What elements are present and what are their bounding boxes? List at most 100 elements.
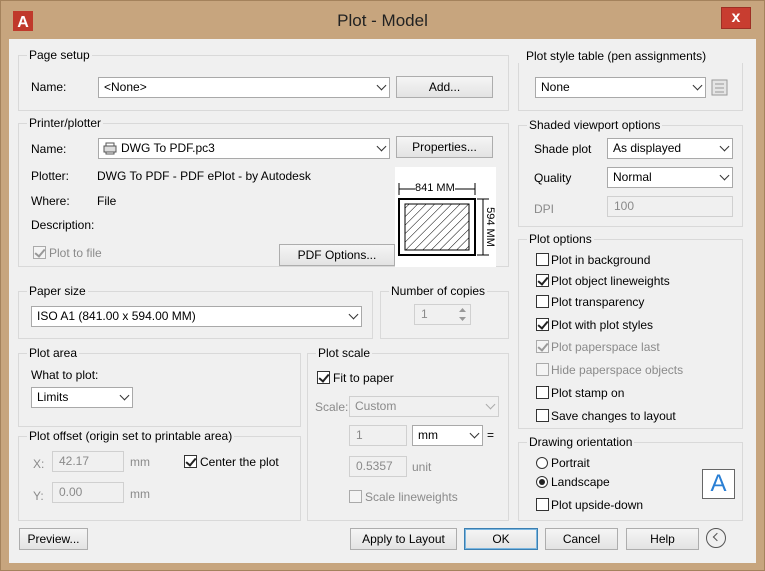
help-button[interactable]: Help	[626, 528, 699, 550]
cancel-button[interactable]: Cancel	[545, 528, 618, 550]
close-button[interactable]: x	[721, 7, 751, 29]
chevron-down-icon	[485, 399, 496, 410]
paper-size-value: ISO A1 (841.00 x 594.00 MM)	[37, 309, 196, 323]
plotter-label: Plotter:	[31, 169, 70, 183]
plot-options-title: Plot options	[527, 232, 594, 246]
apply-to-layout-button[interactable]: Apply to Layout	[350, 528, 457, 550]
center-plot-label: Center the plot	[200, 455, 279, 469]
plot-option-label: Plot in background	[551, 253, 651, 267]
plot-with-styles-checkbox[interactable]	[536, 318, 549, 331]
offset-y-unit: mm	[130, 487, 150, 501]
dpi-value: 100	[614, 199, 635, 213]
paper-size-select[interactable]: ISO A1 (841.00 x 594.00 MM)	[31, 306, 362, 327]
window-title: Plot - Model	[337, 11, 428, 30]
copies-title: Number of copies	[389, 284, 488, 298]
chevron-down-icon	[692, 80, 703, 91]
page-setup-name-value: <None>	[104, 80, 147, 94]
what-to-plot-label: What to plot:	[31, 368, 99, 382]
portrait-radio[interactable]	[536, 457, 548, 469]
plot-transparency-checkbox[interactable]	[536, 295, 549, 308]
copies-value: 1	[421, 307, 428, 321]
collapse-options-icon[interactable]	[706, 528, 726, 548]
plot-to-file-label: Plot to file	[49, 246, 102, 260]
scale-lineweights-checkbox[interactable]	[349, 490, 362, 503]
paper-size-title: Paper size	[27, 284, 88, 298]
where-label: Where:	[31, 194, 70, 208]
printer-name-label: Name:	[31, 142, 67, 156]
center-plot-checkbox[interactable]	[184, 455, 197, 468]
scale-unit-value: mm	[418, 428, 438, 442]
upside-down-label: Plot upside-down	[551, 498, 644, 512]
offset-x-value: 42.17	[59, 454, 90, 468]
printer-properties-button[interactable]: Properties...	[396, 136, 493, 158]
scale-label: Scale:	[315, 400, 349, 414]
plot-in-background-checkbox[interactable]	[536, 253, 549, 266]
shade-plot-value: As displayed	[613, 141, 682, 155]
offset-y-value: 0.00	[59, 485, 83, 499]
quality-value: Normal	[613, 170, 652, 184]
chevron-down-icon	[719, 141, 730, 152]
printer-title: Printer/plotter	[27, 116, 104, 130]
what-to-plot-select[interactable]: Limits	[31, 387, 133, 408]
chevron-down-icon	[469, 428, 480, 439]
preview-button[interactable]: Preview...	[19, 528, 88, 550]
paper-preview: 841 MM 594 MM	[395, 167, 496, 267]
plot-area-title: Plot area	[27, 346, 80, 360]
landscape-radio[interactable]	[536, 476, 548, 488]
plot-option-label: Plot stamp on	[551, 386, 625, 400]
offset-x-input[interactable]: 42.17	[52, 451, 124, 472]
plot-stamp-checkbox[interactable]	[536, 386, 549, 399]
chevron-down-icon	[119, 390, 130, 401]
plot-option-label: Plot paperspace last	[551, 340, 660, 354]
plot-style-title: Plot style table (pen assignments)	[526, 49, 707, 63]
page-setup-name-label: Name:	[31, 80, 67, 94]
ok-button[interactable]: OK	[464, 528, 538, 550]
page-setup-title: Page setup	[27, 48, 92, 62]
scale-value: Custom	[355, 399, 397, 413]
landscape-label: Landscape	[551, 475, 610, 489]
plot-dialog: A Plot - Model x Page setup Name: <None>…	[0, 0, 765, 571]
dialog-body: Page setup Name: <None> Add... Printer/p…	[9, 39, 756, 563]
offset-x-unit: mm	[130, 455, 150, 469]
shade-plot-select[interactable]: As displayed	[607, 138, 733, 159]
chevron-down-icon	[348, 309, 359, 320]
scale-value2-input[interactable]: 0.5357	[349, 456, 407, 477]
scale-unit-select[interactable]: mm	[412, 425, 483, 446]
chevron-down-icon	[376, 141, 387, 152]
plot-options-group: Plot options	[518, 232, 743, 429]
page-setup-name-select[interactable]: <None>	[98, 77, 390, 98]
offset-x-label: X:	[33, 457, 45, 471]
plot-paperspace-last-checkbox[interactable]	[536, 340, 549, 353]
shade-plot-label: Shade plot	[534, 142, 592, 156]
hide-paperspace-checkbox[interactable]	[536, 363, 549, 376]
edit-style-table-icon[interactable]	[710, 78, 730, 98]
add-page-setup-button[interactable]: Add...	[396, 76, 493, 98]
fit-to-paper-checkbox[interactable]	[317, 371, 330, 384]
offset-y-input[interactable]: 0.00	[52, 482, 124, 503]
pdf-options-button[interactable]: PDF Options...	[279, 244, 395, 266]
copies-spinner-icon[interactable]	[456, 305, 469, 324]
title-bar[interactable]: A Plot - Model x	[1, 1, 764, 39]
upside-down-checkbox[interactable]	[536, 498, 549, 511]
scale-select[interactable]: Custom	[349, 396, 499, 417]
printer-name-value: DWG To PDF.pc3	[121, 141, 215, 155]
scale-value1-input[interactable]: 1	[349, 425, 407, 446]
quality-select[interactable]: Normal	[607, 167, 733, 188]
plot-offset-group: Plot offset (origin set to printable are…	[18, 429, 301, 521]
save-changes-checkbox[interactable]	[536, 409, 549, 422]
plot-scale-title: Plot scale	[316, 346, 373, 360]
quality-label: Quality	[534, 171, 572, 185]
preview-height-label: 594 MM	[483, 207, 496, 247]
offset-y-label: Y:	[33, 489, 44, 503]
plot-style-select[interactable]: None	[535, 77, 706, 98]
printer-name-select[interactable]: DWG To PDF.pc3	[98, 138, 390, 159]
shaded-title: Shaded viewport options	[527, 118, 663, 132]
scale-value1: 1	[356, 428, 363, 442]
plot-option-label: Hide paperspace objects	[551, 363, 684, 377]
portrait-label: Portrait	[551, 456, 590, 470]
plot-object-lineweights-checkbox[interactable]	[536, 274, 549, 287]
what-to-plot-value: Limits	[37, 390, 69, 404]
scale-value2: 0.5357	[356, 459, 393, 473]
plot-to-file-checkbox[interactable]	[33, 246, 46, 259]
dpi-input[interactable]: 100	[607, 196, 733, 217]
